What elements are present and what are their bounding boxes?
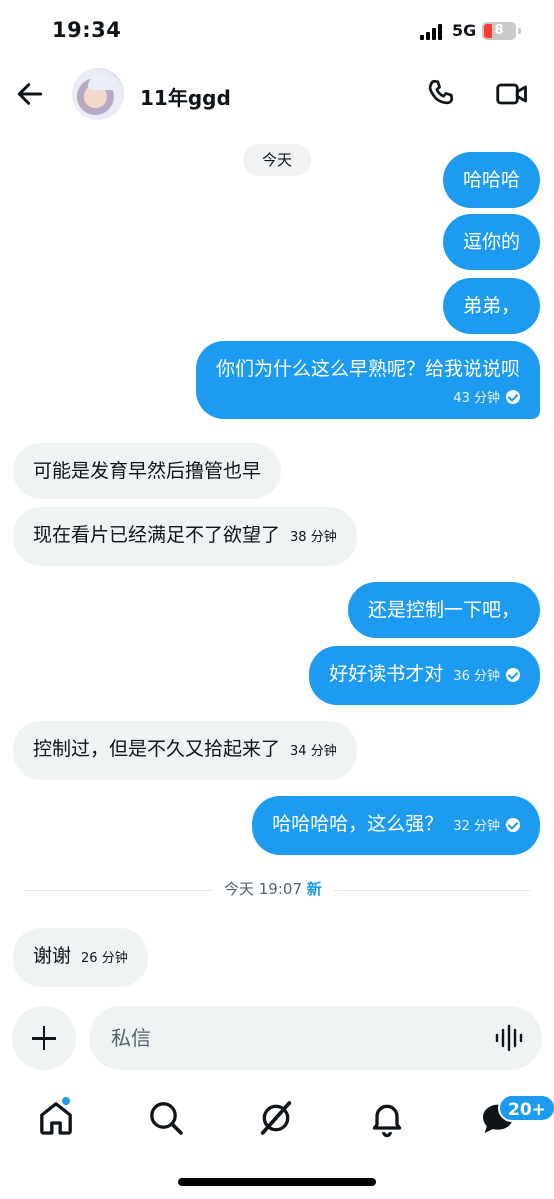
message-text: 谢谢	[33, 945, 72, 967]
divider-time: 今天 19:07	[224, 880, 302, 898]
message-text: 弟弟，	[462, 295, 520, 317]
messages-badge: 20+	[498, 1094, 554, 1122]
phone-icon[interactable]	[424, 76, 460, 112]
message-bubble-outgoing[interactable]: 弟弟，	[442, 278, 540, 334]
new-badge: 新	[306, 880, 322, 898]
message-composer	[89, 1006, 542, 1070]
message-time: 43 分钟	[453, 391, 500, 406]
message-bubble-outgoing[interactable]: 还是控制一下吧，	[347, 582, 540, 638]
conversation-header: 11年ggd	[0, 64, 554, 128]
message-bubble-incoming[interactable]: 谢谢 26 分钟	[13, 928, 148, 987]
avatar[interactable]	[72, 68, 124, 120]
message-text: 现在看片已经满足不了欲望了	[33, 524, 281, 546]
arrow-left-icon[interactable]	[14, 78, 46, 110]
message-bubble-outgoing[interactable]: 好好读书才对 36 分钟	[309, 646, 540, 705]
status-time: 19:34	[52, 18, 122, 42]
read-check-icon	[506, 668, 520, 682]
network-type: 5G	[452, 21, 477, 40]
message-time: 38 分钟	[290, 530, 337, 545]
new-messages-label: 今天 19:07 新	[212, 878, 334, 899]
message-text: 哈哈哈	[462, 169, 520, 191]
contact-name[interactable]: 11年ggd	[140, 82, 231, 111]
message-bubble-incoming[interactable]: 控制过，但是不久又拾起来了 34 分钟	[13, 721, 357, 780]
message-time: 26 分钟	[81, 951, 128, 966]
add-attachment-button[interactable]	[12, 1006, 76, 1070]
battery-icon: 8	[482, 22, 516, 40]
message-bubble-incoming[interactable]: 可能是发育早然后撸管也早	[13, 443, 282, 499]
read-check-icon	[506, 390, 520, 404]
message-text: 控制过，但是不久又拾起来了	[33, 738, 281, 760]
battery-cap	[518, 28, 521, 34]
message-text: 可能是发育早然后撸管也早	[33, 460, 262, 482]
message-time: 36 分钟	[453, 669, 500, 684]
video-camera-icon[interactable]	[494, 76, 530, 112]
message-text: 逗你的	[462, 231, 520, 253]
message-text: 还是控制一下吧，	[367, 599, 520, 621]
read-check-icon	[506, 818, 520, 832]
grok-icon[interactable]	[256, 1098, 296, 1138]
date-separator: 今天	[243, 144, 311, 176]
voice-message-icon[interactable]	[494, 1024, 524, 1052]
notifications-bell-icon[interactable]	[367, 1098, 407, 1138]
home-notification-dot	[60, 1095, 72, 1107]
battery-level: 8	[494, 23, 504, 38]
message-bubble-incoming[interactable]: 现在看片已经满足不了欲望了 38 分钟	[13, 507, 357, 566]
status-bar: 19:34 5G 8	[0, 0, 554, 64]
message-bubble-outgoing[interactable]: 你们为什么这么早熟呢？给我说说呗 43 分钟	[195, 341, 540, 419]
cellular-signal-icon	[420, 24, 446, 40]
message-text: 哈哈哈哈，这么强？	[272, 813, 444, 835]
search-icon[interactable]	[146, 1098, 186, 1138]
message-input[interactable]	[111, 1018, 471, 1058]
message-bubble-outgoing[interactable]: 哈哈哈	[442, 152, 540, 208]
message-bubble-outgoing[interactable]: 哈哈哈哈，这么强？ 32 分钟	[252, 796, 540, 855]
message-time: 32 分钟	[453, 819, 500, 834]
message-text: 你们为什么这么早熟呢？给我说说呗	[215, 358, 520, 380]
message-bubble-outgoing[interactable]: 逗你的	[442, 214, 540, 270]
message-time: 34 分钟	[290, 744, 337, 759]
home-indicator	[178, 1178, 376, 1186]
message-text: 好好读书才对	[329, 663, 444, 685]
